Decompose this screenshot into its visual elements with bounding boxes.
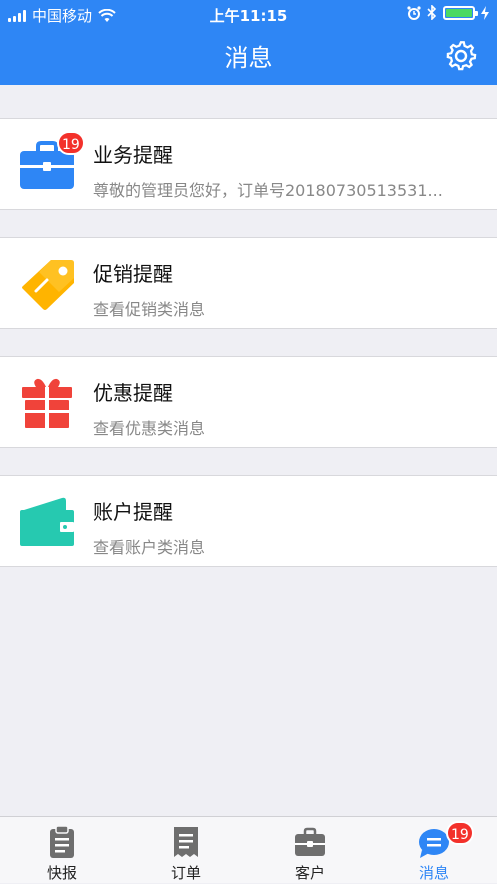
- clipboard-icon: [50, 825, 74, 858]
- message-title: 促销提醒: [93, 262, 173, 286]
- gear-icon: [446, 41, 477, 71]
- battery-icon: [443, 5, 478, 20]
- tab-label: 客户: [294, 864, 325, 882]
- page-title: 消息: [224, 44, 273, 72]
- tab-customers[interactable]: 客户: [248, 817, 372, 884]
- message-item-business[interactable]: 19 业务提醒 尊敬的管理员您好，订单号20180730513531...: [0, 118, 497, 210]
- message-item-promotion[interactable]: 促销提醒 查看促销类消息: [0, 237, 497, 329]
- tab-messages[interactable]: 19 消息: [372, 817, 496, 884]
- message-item-account[interactable]: 账户提醒 查看账户类消息: [0, 475, 497, 567]
- tab-label: 快报: [46, 864, 77, 882]
- charging-icon: [481, 5, 489, 20]
- tab-orders[interactable]: 订单: [124, 817, 248, 884]
- message-preview: 查看促销类消息: [93, 300, 206, 319]
- alarm-icon: [407, 5, 421, 20]
- tag-icon: [22, 260, 74, 310]
- status-bar: 中国移动 上午11:15: [0, 0, 497, 30]
- message-preview: 查看优惠类消息: [93, 419, 206, 438]
- wallet-icon: [20, 497, 74, 546]
- settings-button[interactable]: [445, 40, 477, 72]
- message-preview: 尊敬的管理员您好，订单号20180730513531...: [93, 181, 443, 200]
- unread-badge: 19: [446, 821, 474, 845]
- tab-bar: 快报 订单 客户 19 消息: [0, 816, 497, 883]
- unread-badge: 19: [57, 131, 85, 155]
- status-right: [407, 5, 489, 20]
- tab-news[interactable]: 快报: [0, 817, 124, 884]
- receipt-icon: [174, 827, 198, 857]
- message-title: 优惠提醒: [93, 381, 173, 405]
- navigation-header: 中国移动 上午11:15 消息: [0, 0, 497, 85]
- message-item-discount[interactable]: 优惠提醒 查看优惠类消息: [0, 356, 497, 448]
- bluetooth-icon: [427, 5, 437, 20]
- message-preview: 查看账户类消息: [93, 538, 206, 557]
- tab-label: 订单: [170, 864, 201, 882]
- message-title: 账户提醒: [93, 500, 173, 524]
- tab-label: 消息: [418, 864, 449, 882]
- message-title: 业务提醒: [93, 143, 173, 167]
- briefcase-icon: [295, 827, 325, 856]
- gift-icon: [22, 378, 72, 428]
